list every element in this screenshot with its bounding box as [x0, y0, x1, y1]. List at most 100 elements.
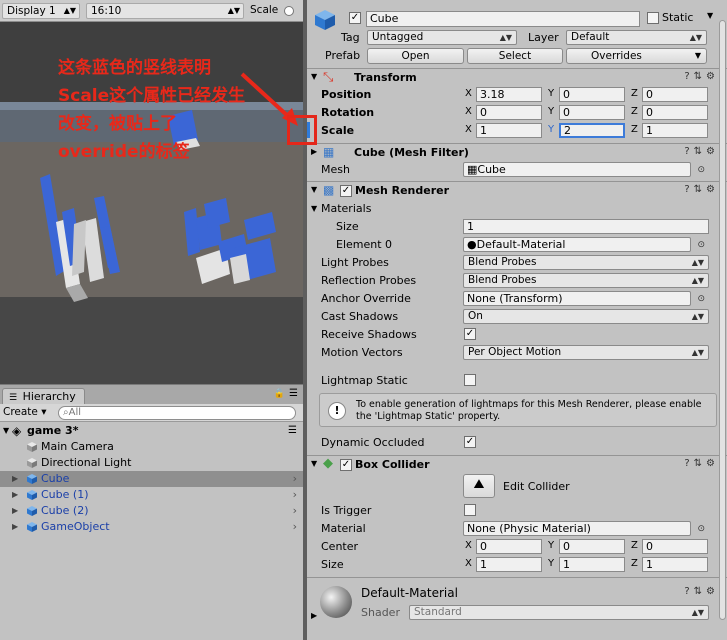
motion-vectors-dropdown[interactable]: Per Object Motion ▲▼	[463, 345, 709, 360]
scale-z-axis-label[interactable]: Z	[631, 124, 638, 135]
scale-y-field[interactable]: 2	[559, 123, 625, 138]
open-prefab-chevron-icon[interactable]: ›	[293, 503, 297, 519]
reflection-probes-dropdown[interactable]: Blend Probes ▲▼	[463, 273, 709, 288]
fold-arrow-icon[interactable]: ▼	[311, 72, 317, 81]
component-icons[interactable]: ?⇅⚙	[684, 71, 719, 82]
static-checkbox[interactable]	[647, 12, 659, 24]
prefab-select-button[interactable]: Select	[467, 48, 563, 64]
object-name-field[interactable]: Cube	[366, 11, 640, 27]
edit-collider-button[interactable]: ⛰	[463, 474, 495, 498]
fold-arrow-icon[interactable]: ▶	[12, 487, 18, 503]
component-icons[interactable]: ?⇅⚙	[684, 586, 719, 597]
rotation-z-field[interactable]: 0	[642, 105, 708, 120]
position-x-field[interactable]: 3.18	[476, 87, 542, 102]
component-icons[interactable]: ?⇅⚙	[684, 146, 719, 157]
open-prefab-chevron-icon[interactable]: ›	[293, 487, 297, 503]
hierarchy-search-input[interactable]: ⌕All	[58, 406, 296, 420]
dropdown-arrow-icon[interactable]: ▼	[707, 11, 713, 20]
component-icons[interactable]: ?⇅⚙	[684, 458, 719, 469]
center-x-field[interactable]: 0	[476, 539, 542, 554]
game-view[interactable]: Display 1 ▲▼ 16:10 ▲▼ Scale 这条蓝色的竖线表明Sca…	[0, 0, 303, 384]
hierarchy-row[interactable]: ▶ Cube (2) ›	[0, 503, 303, 519]
collider-size-z-axis-label[interactable]: Z	[631, 558, 638, 569]
position-z-field[interactable]: 0	[642, 87, 708, 102]
fold-arrow-icon[interactable]: ▶	[12, 519, 18, 535]
box-collider-header[interactable]: ▼ ◆ ✓ Box Collider ?⇅⚙	[307, 455, 727, 474]
fold-arrow-icon[interactable]: ▼	[311, 459, 317, 468]
fold-arrow-icon[interactable]: ▼	[311, 185, 317, 194]
component-icons[interactable]: ?⇅⚙	[684, 184, 719, 195]
rotation-y-axis-label[interactable]: Y	[548, 106, 554, 117]
fold-arrow-icon[interactable]: ▶	[311, 611, 317, 620]
create-button[interactable]: Create ▾	[3, 406, 47, 418]
hierarchy-row[interactable]: ▶ Cube ›	[0, 471, 303, 487]
scrollbar-thumb[interactable]	[719, 20, 726, 620]
box-collider-enabled-checkbox[interactable]: ✓	[340, 459, 352, 471]
position-z-axis-label[interactable]: Z	[631, 88, 638, 99]
mesh-object-field[interactable]: ▦Cube ⊙	[463, 162, 705, 177]
scene-menu-icon[interactable]: ☰	[288, 422, 297, 439]
resolution-dropdown[interactable]: 16:10 ▲▼	[86, 3, 244, 19]
element0-object-field[interactable]: ●Default-Material ⊙	[463, 237, 705, 252]
light-probes-dropdown[interactable]: Blend Probes ▲▼	[463, 255, 709, 270]
object-picker-icon[interactable]: ⊙	[697, 293, 705, 306]
collider-size-x-field[interactable]: 1	[476, 557, 542, 572]
hierarchy-row[interactable]: Main Camera	[0, 439, 303, 455]
open-prefab-chevron-icon[interactable]: ›	[293, 471, 297, 487]
collider-size-z-field[interactable]: 1	[642, 557, 708, 572]
scale-y-axis-label[interactable]: Y	[548, 124, 554, 135]
mesh-renderer-enabled-checkbox[interactable]: ✓	[340, 185, 352, 197]
scale-slider-knob[interactable]	[284, 6, 294, 16]
object-picker-icon[interactable]: ⊙	[697, 164, 705, 177]
center-z-field[interactable]: 0	[642, 539, 708, 554]
scale-x-axis-label[interactable]: X	[465, 124, 472, 135]
display-dropdown[interactable]: Display 1 ▲▼	[2, 3, 80, 19]
hierarchy-row[interactable]: ▶ GameObject ›	[0, 519, 303, 535]
inspector-scrollbar[interactable]	[718, 20, 727, 630]
rotation-y-field[interactable]: 0	[559, 105, 625, 120]
fold-arrow-icon[interactable]: ▼	[311, 204, 317, 213]
prefab-overrides-button[interactable]: Overrides ▼	[566, 48, 707, 64]
materials-size-field[interactable]: 1	[463, 219, 709, 234]
object-picker-icon[interactable]: ⊙	[697, 239, 705, 252]
scale-x-field[interactable]: 1	[476, 123, 542, 138]
collider-material-object-field[interactable]: None (Physic Material) ⊙	[463, 521, 705, 536]
anchor-override-object-field[interactable]: None (Transform) ⊙	[463, 291, 705, 306]
transform-header[interactable]: ▼ ⤡ Transform ?⇅⚙	[307, 68, 727, 87]
rotation-x-axis-label[interactable]: X	[465, 106, 472, 117]
scale-z-field[interactable]: 1	[642, 123, 708, 138]
rotation-z-axis-label[interactable]: Z	[631, 106, 638, 117]
panel-menu-icon[interactable]: ☰	[289, 388, 298, 399]
cast-shadows-dropdown[interactable]: On ▲▼	[463, 309, 709, 324]
tab-hierarchy[interactable]: ☰ Hierarchy	[2, 388, 85, 404]
layer-dropdown[interactable]: Default ▲▼	[566, 30, 707, 45]
mesh-filter-header[interactable]: ▶ ▦ Cube (Mesh Filter) ?⇅⚙	[307, 143, 727, 162]
center-y-field[interactable]: 0	[559, 539, 625, 554]
collider-size-x-axis-label[interactable]: X	[465, 558, 472, 569]
hierarchy-row[interactable]: Directional Light	[0, 455, 303, 471]
rotation-x-field[interactable]: 0	[476, 105, 542, 120]
center-x-axis-label[interactable]: X	[465, 540, 472, 551]
position-y-field[interactable]: 0	[559, 87, 625, 102]
is-trigger-checkbox[interactable]	[464, 504, 476, 516]
position-y-axis-label[interactable]: Y	[548, 88, 554, 99]
object-picker-icon[interactable]: ⊙	[697, 523, 705, 536]
tag-dropdown[interactable]: Untagged ▲▼	[367, 30, 517, 45]
fold-arrow-icon[interactable]: ▶	[311, 147, 317, 156]
scene-row[interactable]: ▼ ◈ game 3* ☰	[0, 422, 303, 439]
collider-size-y-axis-label[interactable]: Y	[548, 558, 554, 569]
center-y-axis-label[interactable]: Y	[548, 540, 554, 551]
fold-arrow-icon[interactable]: ▶	[12, 471, 18, 487]
center-z-axis-label[interactable]: Z	[631, 540, 638, 551]
fold-arrow-icon[interactable]: ▶	[12, 503, 18, 519]
hierarchy-row[interactable]: ▶ Cube (1) ›	[0, 487, 303, 503]
receive-shadows-checkbox[interactable]: ✓	[464, 328, 476, 340]
collider-size-y-field[interactable]: 1	[559, 557, 625, 572]
dynamic-occluded-checkbox[interactable]: ✓	[464, 436, 476, 448]
position-x-axis-label[interactable]: X	[465, 88, 472, 99]
lightmap-static-checkbox[interactable]	[464, 374, 476, 386]
prefab-open-button[interactable]: Open	[367, 48, 464, 64]
mesh-renderer-header[interactable]: ▼ ▩ ✓ Mesh Renderer ?⇅⚙	[307, 181, 727, 200]
shader-dropdown[interactable]: Standard ▲▼	[409, 605, 709, 620]
fold-arrow-icon[interactable]: ▼	[3, 422, 9, 439]
